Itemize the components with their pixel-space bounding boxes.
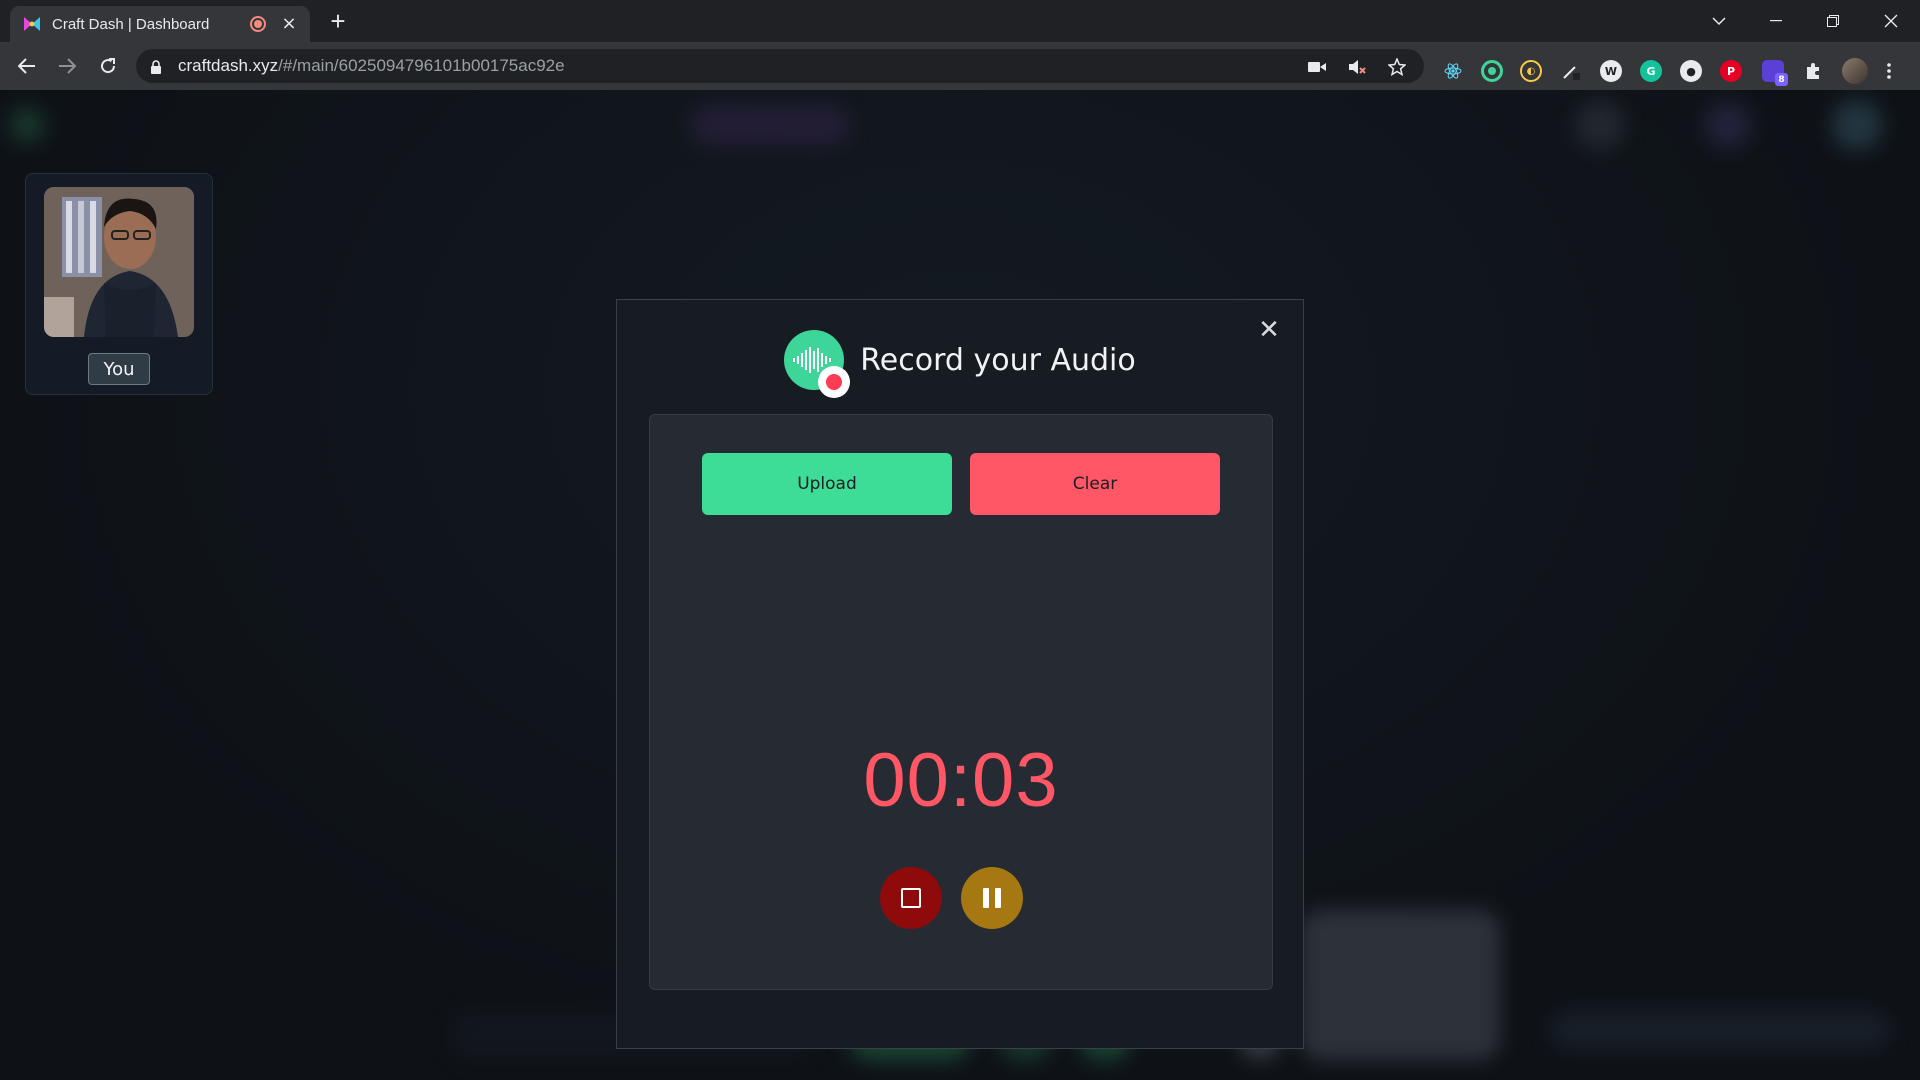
camera-icon[interactable] bbox=[1306, 56, 1328, 78]
pause-icon bbox=[983, 888, 1001, 908]
participant-video-card: You bbox=[25, 173, 213, 395]
forward-icon[interactable] bbox=[53, 52, 81, 80]
stop-icon bbox=[901, 888, 921, 908]
coin-extension-icon[interactable]: ◐ bbox=[1520, 60, 1542, 82]
participant-name-tag: You bbox=[88, 353, 150, 385]
extension-badge-count: 8 bbox=[1775, 73, 1788, 86]
circle-extension-icon[interactable]: ● bbox=[1680, 60, 1702, 82]
modal-header: Record your Audio bbox=[617, 300, 1303, 410]
browser-toolbar: craftdash.xyz/#/main/6025094796101b00175… bbox=[0, 42, 1920, 90]
modal-title: Record your Audio bbox=[860, 342, 1136, 378]
clear-button[interactable]: Clear bbox=[970, 453, 1220, 515]
minimize-icon[interactable] bbox=[1763, 8, 1789, 34]
participant-video bbox=[44, 187, 194, 337]
stop-recording-button[interactable] bbox=[880, 867, 942, 929]
restore-icon[interactable] bbox=[1820, 8, 1846, 34]
browser-tab[interactable]: Craft Dash | Dashboard × bbox=[10, 6, 310, 42]
blurred-logo bbox=[10, 108, 44, 142]
extensions-puzzle-icon[interactable] bbox=[1802, 60, 1824, 82]
reload-icon[interactable] bbox=[94, 52, 122, 80]
close-window-icon[interactable] bbox=[1878, 8, 1904, 34]
w-extension-icon[interactable]: W bbox=[1600, 60, 1622, 82]
record-audio-modal: Record your Audio ✕ Upload Clear 00:03 bbox=[616, 299, 1304, 1049]
lock-icon bbox=[150, 59, 164, 74]
pause-recording-button[interactable] bbox=[961, 867, 1023, 929]
url-text: craftdash.xyz/#/main/6025094796101b00175… bbox=[178, 56, 565, 75]
craftdash-favicon-icon bbox=[22, 14, 42, 34]
sound-muted-icon[interactable] bbox=[1346, 56, 1368, 78]
profile-avatar[interactable] bbox=[1842, 58, 1868, 84]
record-dot-icon bbox=[818, 366, 851, 398]
recording-indicator-icon bbox=[250, 16, 266, 32]
recording-timer: 00:03 bbox=[863, 738, 1059, 823]
bookmark-star-icon[interactable] bbox=[1386, 56, 1408, 78]
blurred-input bbox=[1550, 1010, 1890, 1050]
tab-search-icon[interactable] bbox=[1706, 8, 1732, 34]
target-extension-icon[interactable] bbox=[1481, 60, 1503, 82]
new-tab-button[interactable]: + bbox=[325, 8, 351, 34]
blurred-header-button bbox=[1705, 102, 1751, 148]
blurred-header-title bbox=[690, 105, 850, 145]
tab-title: Craft Dash | Dashboard bbox=[52, 15, 210, 33]
chrome-menu-icon[interactable] bbox=[1884, 60, 1894, 82]
address-bar[interactable]: craftdash.xyz/#/main/6025094796101b00175… bbox=[136, 49, 1424, 83]
browser-tabbar: Craft Dash | Dashboard × + bbox=[0, 0, 1920, 42]
pen-extension-icon[interactable] bbox=[1560, 60, 1582, 82]
audio-recorder-logo-icon bbox=[784, 330, 851, 398]
blurred-header-button bbox=[1575, 100, 1625, 150]
grammarly-icon[interactable]: G bbox=[1640, 60, 1662, 82]
blurred-panel bbox=[1300, 910, 1500, 1060]
tab-close-button[interactable]: × bbox=[280, 15, 298, 33]
blurred-header-avatar bbox=[1832, 100, 1882, 150]
badge-extension-icon[interactable]: 8 bbox=[1762, 60, 1788, 86]
recorder-panel: Upload Clear 00:03 bbox=[649, 414, 1273, 990]
back-icon[interactable] bbox=[13, 52, 41, 80]
upload-button[interactable]: Upload bbox=[702, 453, 952, 515]
pinterest-icon[interactable]: P bbox=[1720, 60, 1742, 82]
app-page: You Record your Audio ✕ Upload Clear 00:… bbox=[0, 90, 1920, 1080]
close-modal-button[interactable]: ✕ bbox=[1257, 317, 1281, 343]
react-devtools-icon[interactable] bbox=[1442, 60, 1464, 82]
